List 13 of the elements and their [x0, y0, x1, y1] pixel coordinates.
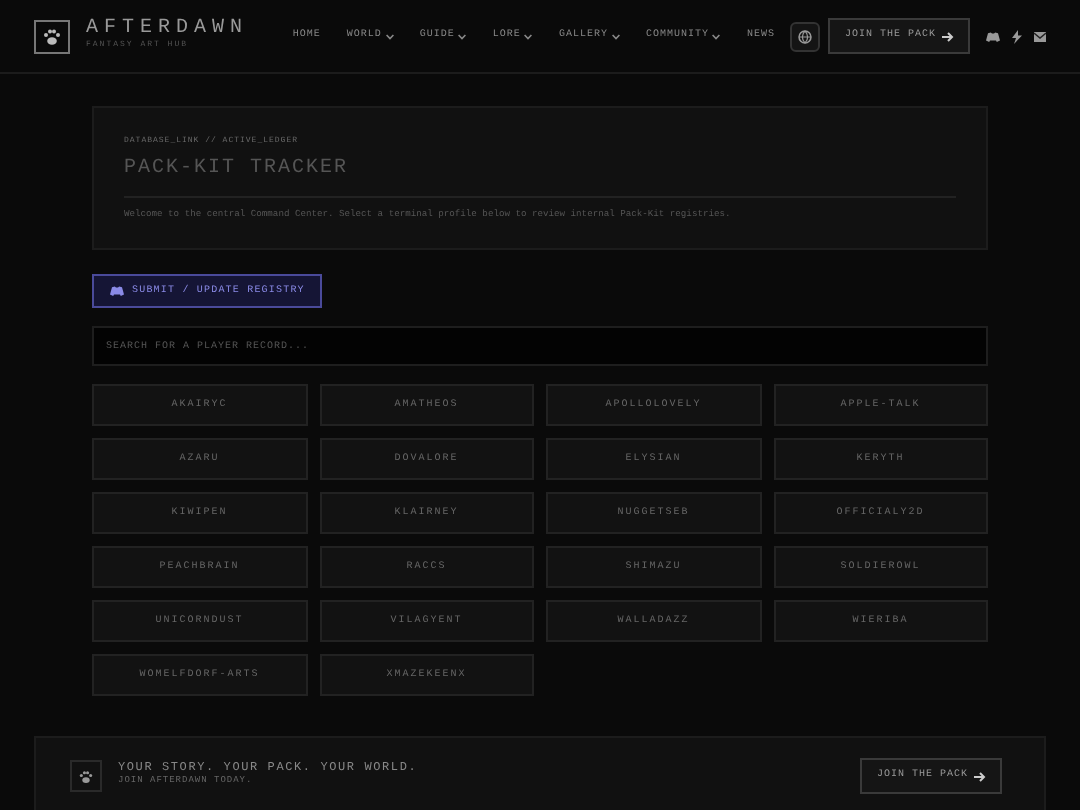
arrow-icon [974, 771, 986, 782]
logo-box[interactable] [34, 19, 70, 53]
bolt-icon[interactable] [1012, 29, 1022, 43]
discord-icon [110, 286, 124, 297]
mail-icon[interactable] [1034, 31, 1046, 41]
globe-button[interactable] [790, 21, 821, 51]
paw-icon [78, 769, 94, 784]
globe-icon [798, 29, 813, 43]
discord-icon[interactable] [986, 31, 1000, 41]
page-title: PACK-KIT TRACKER [124, 154, 956, 198]
paw-icon [42, 27, 62, 45]
arrow-icon [942, 31, 954, 41]
brand-name: AFTERDAWN [86, 20, 249, 40]
